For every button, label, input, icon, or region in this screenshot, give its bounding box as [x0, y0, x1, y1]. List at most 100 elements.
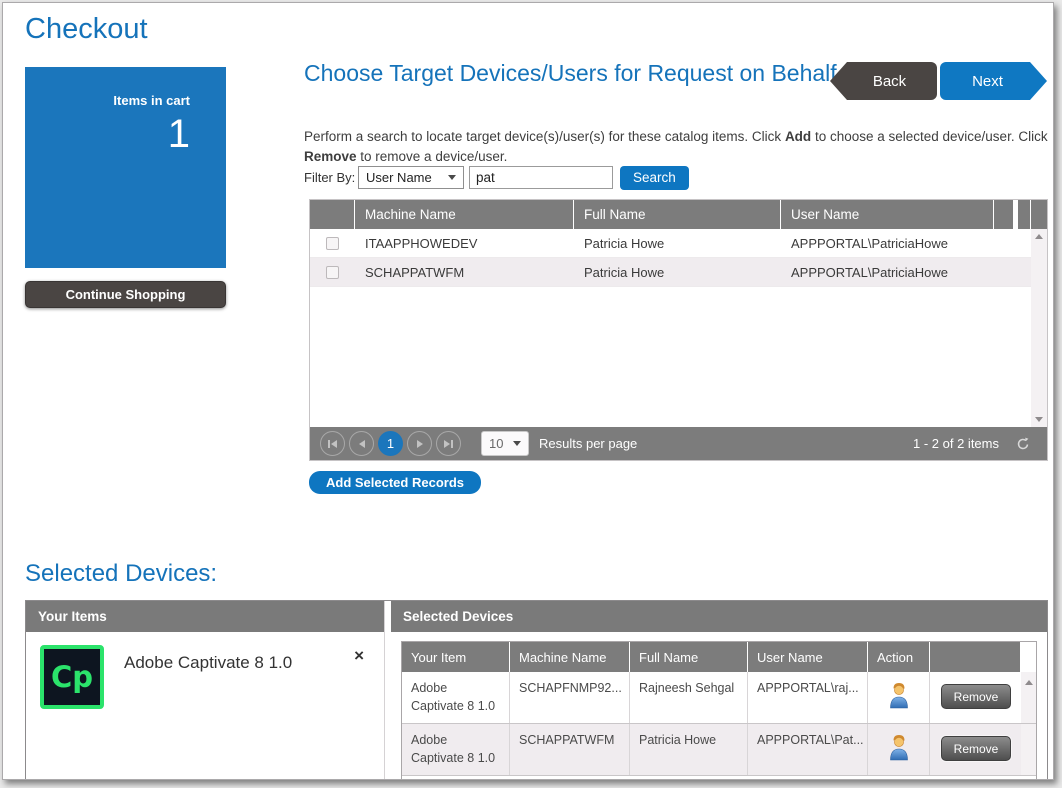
grid-body: ITAAPPHOWEDEV Patricia Howe APPPORTAL\Pa… [310, 229, 1047, 427]
continue-shopping-button[interactable]: Continue Shopping [25, 281, 226, 308]
button-column-header [930, 642, 1020, 672]
table-row: Adobe Captivate 8 1.0 SCHAPFNMP92... Raj… [402, 672, 1036, 724]
action-cell [868, 724, 930, 775]
refresh-icon[interactable] [1015, 436, 1031, 452]
results-per-page-label: Results per page [539, 436, 637, 451]
your-item-column-header: Your Item [402, 642, 509, 672]
instructions-remove-bold: Remove [304, 149, 357, 164]
row-checkbox[interactable] [326, 266, 339, 279]
machine-name-column-header[interactable]: Machine Name [355, 200, 573, 229]
remove-button[interactable]: Remove [941, 736, 1011, 761]
select-column-header [310, 200, 354, 229]
device-search-grid: Machine Name Full Name User Name ITAAPPH… [309, 199, 1048, 461]
table-scrollbar[interactable] [1021, 672, 1036, 723]
table-scrollbar[interactable] [1021, 724, 1036, 775]
machine-name-cell: SCHAPPATWFM [510, 724, 630, 775]
instructions-part2: to choose a selected device/user. Click [811, 129, 1047, 144]
remove-button-cell: Remove [930, 672, 1021, 723]
full-name-column-header[interactable]: Full Name [574, 200, 780, 229]
user-name-column-header: User Name [748, 642, 867, 672]
grid-header-filler [1031, 200, 1047, 229]
selected-devices-panel: Your Items Cp Adobe Captivate 8 1.0 × Se… [25, 600, 1048, 779]
current-page-button[interactable]: 1 [378, 431, 403, 456]
your-item-cell: Adobe Captivate 8 1.0 [402, 724, 510, 775]
row-checkbox[interactable] [326, 237, 339, 250]
next-page-icon [417, 440, 423, 448]
adobe-captivate-icon: Cp [40, 645, 104, 709]
table-row[interactable]: ITAAPPHOWEDEV Patricia Howe APPPORTAL\Pa… [310, 229, 1047, 258]
user-name-column-header[interactable]: User Name [781, 200, 993, 229]
action-cell [868, 672, 930, 723]
your-items-panel: Your Items Cp Adobe Captivate 8 1.0 × [26, 601, 385, 779]
checkout-page: Checkout Items in cart 1 Continue Shoppi… [2, 2, 1054, 780]
remove-button-cell: Remove [930, 724, 1021, 775]
scroll-column-header [1021, 642, 1036, 672]
full-name-cell: Patricia Howe [630, 724, 748, 775]
grid-scrollbar[interactable] [1031, 229, 1047, 427]
instructions-add-bold: Add [785, 129, 811, 144]
selected-devices-body: Your Item Machine Name Full Name User Na… [391, 632, 1047, 779]
selected-devices-header: Selected Devices [391, 601, 1047, 632]
filter-field-selected-value: User Name [366, 170, 432, 185]
instructions-text: Perform a search to locate target device… [304, 127, 1052, 168]
next-page-button[interactable] [407, 431, 432, 456]
page-size-value: 10 [489, 436, 503, 451]
last-page-icon [444, 440, 450, 448]
grid-header-filler [994, 200, 1013, 229]
captivate-icon-text: Cp [51, 660, 93, 694]
user-name-cell: APPPORTAL\raj... [748, 672, 868, 723]
user-person-icon[interactable] [888, 682, 910, 709]
cart-summary-card: Items in cart 1 [25, 67, 226, 268]
first-page-button[interactable] [320, 431, 345, 456]
remove-button[interactable]: Remove [941, 684, 1011, 709]
your-items-body: Cp Adobe Captivate 8 1.0 × [26, 632, 384, 779]
user-person-icon[interactable] [888, 734, 910, 761]
machine-name-cell: SCHAPFNMP92... [510, 672, 630, 723]
selected-devices-subpanel: Selected Devices Your Item Machine Name … [391, 601, 1047, 779]
table-row[interactable]: SCHAPPATWFM Patricia Howe APPPORTAL\Patr… [310, 258, 1047, 287]
instructions-part1: Perform a search to locate target device… [304, 129, 785, 144]
search-button[interactable]: Search [620, 166, 689, 190]
full-name-cell: Patricia Howe [574, 265, 781, 280]
your-item-cell: Adobe Captivate 8 1.0 [402, 672, 510, 723]
remove-cart-item-icon[interactable]: × [354, 647, 364, 664]
page-title: Checkout [25, 13, 148, 46]
user-name-cell: APPPORTAL\Pat... [748, 724, 868, 775]
your-items-header: Your Items [26, 601, 384, 632]
section-heading: Choose Target Devices/Users for Request … [304, 59, 852, 89]
full-name-cell: Patricia Howe [574, 236, 781, 251]
filter-row: Filter By: User Name Search [304, 165, 689, 190]
scroll-down-icon[interactable] [1035, 417, 1043, 422]
next-button[interactable]: Next [940, 62, 1047, 100]
filter-by-label: Filter By: [304, 170, 358, 185]
add-selected-records-button[interactable]: Add Selected Records [309, 471, 481, 494]
filter-field-select[interactable]: User Name [358, 166, 464, 189]
first-page-icon [331, 440, 337, 448]
chevron-down-icon [513, 441, 521, 446]
selected-devices-table: Your Item Machine Name Full Name User Na… [401, 641, 1037, 779]
selected-table-header-row: Your Item Machine Name Full Name User Na… [402, 642, 1036, 672]
grid-header-row: Machine Name Full Name User Name [310, 200, 1047, 229]
last-page-button[interactable] [436, 431, 461, 456]
machine-name-cell: ITAAPPHOWEDEV [355, 236, 574, 251]
table-row-partial [402, 776, 1036, 779]
page-size-select[interactable]: 10 [481, 431, 529, 456]
action-column-header: Action [868, 642, 929, 672]
grid-pager: 1 10 Results per page 1 - 2 of 2 items [310, 427, 1047, 460]
chevron-down-icon [448, 175, 456, 180]
scroll-up-icon[interactable] [1035, 234, 1043, 239]
table-row: Adobe Captivate 8 1.0 SCHAPPATWFM Patric… [402, 724, 1036, 776]
selected-devices-heading: Selected Devices: [25, 560, 217, 588]
last-page-bar [451, 440, 453, 448]
cart-item-name: Adobe Captivate 8 1.0 [124, 653, 292, 673]
instructions-part3: to remove a device/user. [357, 149, 508, 164]
search-input[interactable] [469, 166, 613, 189]
previous-page-button[interactable] [349, 431, 374, 456]
back-button[interactable]: Back [830, 62, 937, 100]
full-name-column-header: Full Name [630, 642, 747, 672]
items-in-cart-count: 1 [25, 112, 226, 157]
machine-name-column-header: Machine Name [510, 642, 629, 672]
grid-header-filler [1018, 200, 1030, 229]
scroll-up-icon[interactable] [1025, 680, 1033, 685]
user-name-cell: APPPORTAL\PatriciaHowe [781, 236, 1047, 251]
